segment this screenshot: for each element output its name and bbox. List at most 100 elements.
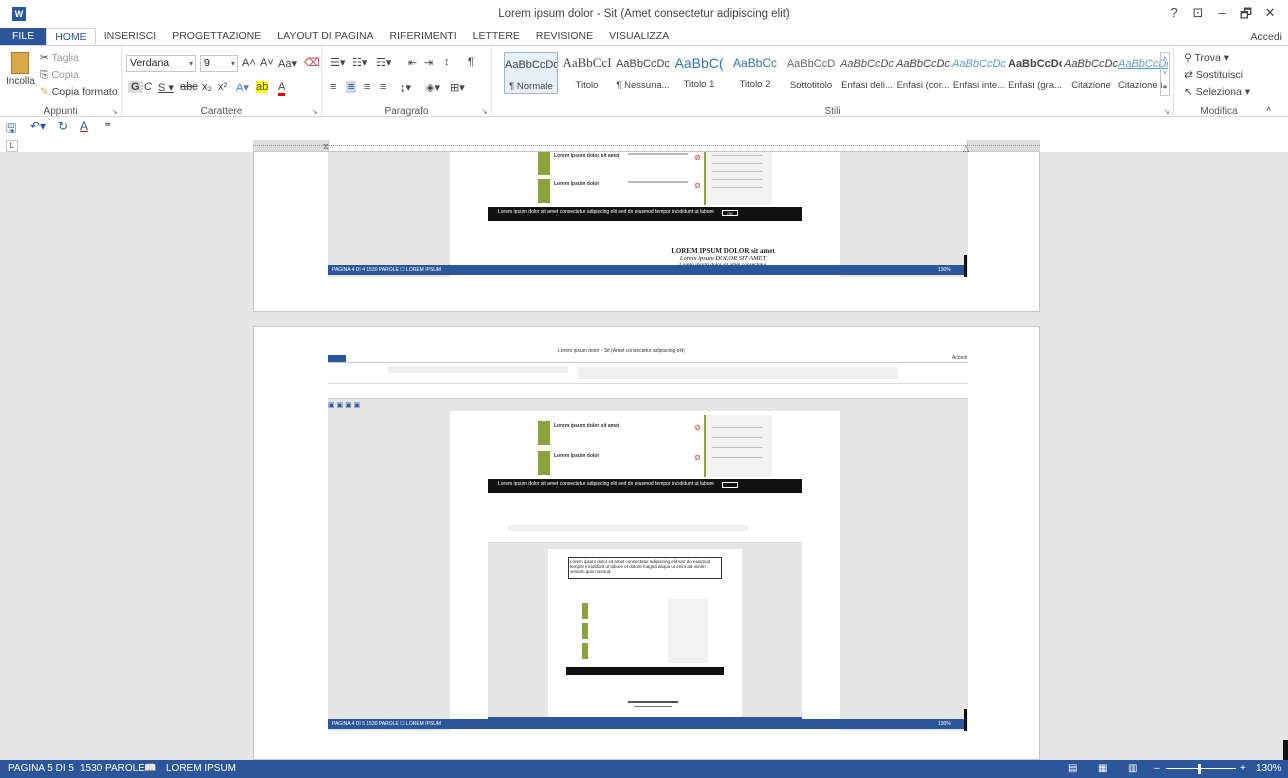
tab-references[interactable]: RIFERIMENTI <box>382 28 465 45</box>
multilevel-list-icon[interactable]: ☶▾ <box>376 56 391 69</box>
scrollbar-thumb[interactable] <box>1283 740 1288 760</box>
styles-group: AaBbCcDc ¶ Normale AaBbCcI Titolo AaBbCcDc… <box>492 46 1174 118</box>
align-right-icon[interactable]: ≡ <box>364 81 370 93</box>
customize-qat-icon[interactable]: ≖ <box>104 119 112 130</box>
style-normal[interactable]: AaBbCcDc ¶ Normale <box>504 52 558 94</box>
proofing-icon[interactable]: 📖 <box>144 760 156 778</box>
style-subtle-emphasis[interactable]: AaBbCcDc Enfasi deli... <box>840 52 894 94</box>
bullets-icon[interactable]: ☰▾ <box>330 56 345 69</box>
tab-insert[interactable]: INSERISCI <box>96 28 165 45</box>
style-subtitle[interactable]: AaBbCcD Sottotitolo <box>784 52 838 94</box>
style-heading-2[interactable]: AaBbCc Titolo 2 <box>728 52 782 94</box>
underline-icon[interactable]: S ▾ <box>158 81 174 94</box>
clear-formatting-icon[interactable]: ⌫ <box>304 56 320 69</box>
style-title[interactable]: AaBbCcI Titolo <box>560 52 614 94</box>
tab-design[interactable]: PROGETTAZIONE <box>164 28 269 45</box>
indent-marker-icon[interactable]: ⧖ <box>323 142 329 152</box>
font-size-field[interactable]: 9 ▾ <box>200 55 238 72</box>
style-heading-1[interactable]: AaBbC(Titolo 1 <box>672 52 726 94</box>
change-case-icon[interactable]: Aa▾ <box>278 57 297 70</box>
paste-button[interactable]: Incolla <box>6 52 35 87</box>
shading-icon[interactable]: ◈▾ <box>426 81 440 94</box>
word-count[interactable]: 1530 PAROLE <box>80 760 145 778</box>
font-color-icon[interactable]: A <box>278 81 286 96</box>
shrink-font-icon[interactable]: A˅ <box>260 57 274 69</box>
line-spacing-icon[interactable]: ↨▾ <box>400 81 411 94</box>
style-no-spacing[interactable]: AaBbCcDc ¶ Nessuna... <box>616 52 670 94</box>
page-4[interactable]: Lorem ipsum dolor sit amet Lorem ipsum d… <box>253 152 1040 312</box>
page-indicator[interactable]: PAGINA 5 DI 5 <box>8 760 74 778</box>
strikethrough-icon[interactable]: abc <box>180 81 198 93</box>
tab-view[interactable]: VISUALIZZA <box>601 28 677 45</box>
print-layout-icon[interactable]: ▦ <box>1098 760 1107 778</box>
paste-icon <box>11 52 29 74</box>
sort-icon[interactable]: ↕ <box>444 56 450 68</box>
style-quote[interactable]: AaBbCcDc Citazione <box>1064 52 1118 94</box>
ribbon-display-options-icon[interactable]: ⊡ <box>1186 5 1210 27</box>
document-canvas[interactable]: Lorem ipsum dolor sit amet Lorem ipsum d… <box>0 152 1288 760</box>
save-icon[interactable]: 🖫 <box>6 119 16 140</box>
sign-in-link[interactable]: Accedi <box>1250 31 1282 43</box>
find-button[interactable]: ⚲ Trova ▾ <box>1184 52 1229 64</box>
grow-font-icon[interactable]: A˄ <box>242 57 256 69</box>
styles-scroll[interactable]: ˄ ˅ ▾ <box>1160 52 1170 96</box>
show-formatting-icon[interactable]: ¶ <box>468 56 474 68</box>
help-icon[interactable]: ? <box>1162 5 1186 27</box>
highlight-icon[interactable]: ab <box>256 81 269 93</box>
page-5[interactable]: Lorem ipsum dolor - Sit (Amet consectetu… <box>253 326 1040 760</box>
horizontal-ruler[interactable]: ⧖ △ <box>253 140 1040 153</box>
font-name-field[interactable]: Verdana ▾ <box>126 55 196 72</box>
increase-indent-icon[interactable]: ⇥ <box>424 56 433 69</box>
superscript-icon[interactable]: x² <box>218 81 227 93</box>
zoom-out-icon[interactable]: – <box>1154 760 1160 778</box>
tab-file[interactable]: FILE <box>0 28 47 45</box>
style-strong[interactable]: AaBbCcDc Enfasi (gra... <box>1008 52 1062 94</box>
cut-button[interactable]: ✂ Taglia <box>40 52 79 64</box>
tab-home[interactable]: HOME <box>46 28 96 45</box>
zoom-level[interactable]: 130% <box>1256 760 1282 778</box>
zoom-slider[interactable] <box>1166 768 1236 769</box>
justify-icon[interactable]: ≡ <box>380 81 386 93</box>
tab-review[interactable]: REVISIONE <box>528 28 601 45</box>
replace-button[interactable]: ⇄ Sostituisci <box>1184 69 1243 81</box>
style-intense-emphasis[interactable]: AaBbCcDc Enfasi inte... <box>952 52 1006 94</box>
embedded-status-p4: PAGINA 4 DI 4 1530 PAROLE ☐ LOREM IPSUM <box>332 267 442 273</box>
copy-button[interactable]: ⎘ Copia <box>40 69 79 82</box>
tab-selector[interactable]: L <box>6 140 18 152</box>
title-bar: W Lorem ipsum dolor - Sit (Amet consecte… <box>0 0 1288 28</box>
style-emphasis[interactable]: AaBbCcDc Enfasi (cor... <box>896 52 950 94</box>
styles-launcher-icon[interactable]: ↘ <box>1163 107 1170 116</box>
select-button[interactable]: ↖ Seleziona ▾ <box>1184 86 1250 98</box>
subscript-icon[interactable]: x₂ <box>202 81 212 93</box>
restore-icon[interactable]: 🗗 <box>1234 5 1258 27</box>
borders-icon[interactable]: ⊞▾ <box>450 81 465 94</box>
text-effects-icon[interactable]: A▾ <box>236 81 249 94</box>
format-painter-button[interactable]: ✎ Copia formato <box>40 86 118 98</box>
decrease-indent-icon[interactable]: ⇤ <box>408 56 417 69</box>
zoom-in-icon[interactable]: + <box>1240 760 1246 778</box>
font-launcher-icon[interactable]: ↘ <box>311 107 318 116</box>
language-indicator[interactable]: LOREM IPSUM <box>166 760 236 778</box>
font-color-qat-icon[interactable]: A <box>80 119 88 133</box>
embedded-screenshot-1: Lorem ipsum dolor sit amet Lorem ipsum d… <box>328 152 968 277</box>
web-layout-icon[interactable]: ▥ <box>1128 760 1137 778</box>
tab-mailings[interactable]: LETTERE <box>465 28 528 45</box>
read-mode-icon[interactable]: ▤ <box>1068 760 1077 778</box>
align-center-icon[interactable]: ≡ <box>346 81 357 93</box>
minimize-icon[interactable]: – <box>1210 5 1234 27</box>
paragraph-group-label: Paragrafo <box>384 106 429 117</box>
clipboard-launcher-icon[interactable]: ↘ <box>111 107 118 116</box>
cursor-icon: ↖ <box>1184 86 1193 98</box>
undo-icon[interactable]: ↶▾ <box>30 119 46 133</box>
zoom-slider-thumb[interactable] <box>1198 764 1201 774</box>
redo-icon[interactable]: ↻ <box>58 119 68 133</box>
paragraph-launcher-icon[interactable]: ↘ <box>481 107 488 116</box>
align-left-icon[interactable]: ≡ <box>330 81 336 93</box>
numbering-icon[interactable]: ☷▾ <box>352 56 367 69</box>
tab-page-layout[interactable]: LAYOUT DI PAGINA <box>269 28 381 45</box>
embedded-cookie-text-2: Lorem ipsum dolor sit amet consectetur a… <box>498 481 714 487</box>
bold-icon[interactable]: G <box>128 81 143 93</box>
italic-icon[interactable]: C <box>144 81 152 93</box>
close-icon[interactable]: ✕ <box>1258 5 1282 27</box>
collapse-ribbon-icon[interactable]: ˄ <box>1266 104 1271 114</box>
